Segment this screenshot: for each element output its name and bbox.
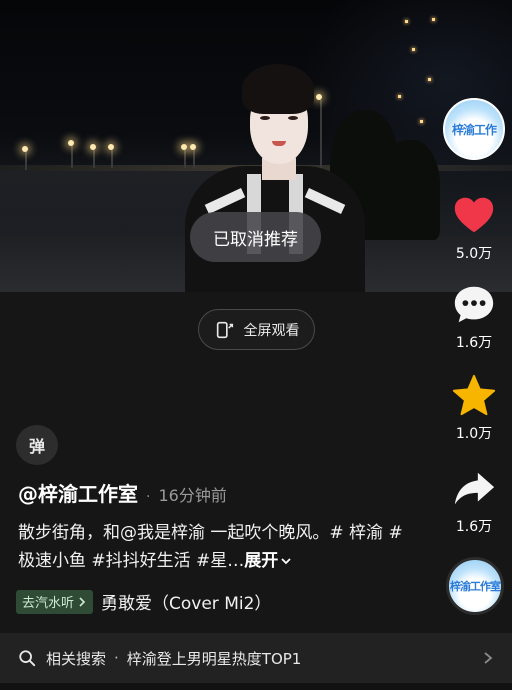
like-button[interactable]: 5.0万	[448, 193, 500, 263]
author-name[interactable]: @梓渝工作室	[18, 478, 138, 507]
caption-expand-button[interactable]: 展开	[244, 551, 292, 571]
building-light	[412, 48, 415, 51]
street-lamp	[68, 140, 74, 146]
toast-unrecommend: 已取消推荐	[190, 212, 321, 262]
street-lamp	[108, 144, 114, 150]
share-icon	[454, 472, 495, 505]
post-time: 16分钟前	[158, 486, 227, 505]
author-avatar[interactable]: 梓渝工作	[443, 98, 505, 160]
building-light	[432, 18, 435, 21]
expand-label: 展开	[244, 551, 279, 571]
building-light	[428, 78, 431, 81]
disc-text: 梓渝工作室	[450, 580, 501, 593]
building-light	[405, 20, 408, 23]
danmaku-label: 弹	[28, 437, 45, 456]
street-lamp	[90, 144, 96, 150]
building-light	[420, 120, 423, 123]
search-icon	[19, 650, 36, 667]
jacket-stripe	[204, 188, 246, 214]
author-line: @梓渝工作室 · 16分钟前	[18, 478, 227, 507]
lamp-pole	[93, 150, 95, 168]
jacket-stripe	[304, 188, 346, 214]
related-separator: ·	[114, 649, 119, 667]
avatar-text: 梓渝工作	[451, 122, 497, 137]
tree	[380, 140, 440, 240]
favorite-count: 1.0万	[455, 426, 493, 442]
related-search-bar[interactable]: 相关搜索 · 梓渝登上男明星热度TOP1	[0, 633, 512, 683]
comment-button[interactable]: 1.6万	[448, 282, 500, 352]
caption-text: 散步街角，和@我是梓渝 一起吹个晚风。# 梓渝 #极速小鱼 #抖抖好生活 #星…	[18, 523, 403, 571]
like-count: 5.0万	[455, 246, 493, 262]
comment-icon	[454, 286, 494, 323]
hair	[242, 64, 314, 114]
music-row: 去汽水听 勇敢爱（Cover Mi2）	[16, 589, 271, 614]
related-label: 相关搜索	[46, 649, 107, 668]
chevron-down-icon	[281, 558, 291, 565]
mouth	[272, 141, 286, 146]
comment-count: 1.6万	[455, 335, 493, 351]
favorite-button[interactable]: 1.0万	[448, 373, 500, 443]
eye	[288, 116, 298, 120]
street-lamp	[22, 146, 28, 152]
lamp-pole	[111, 150, 113, 168]
share-count: 1.6万	[455, 519, 493, 535]
star-icon	[452, 374, 496, 416]
lamp-pole	[71, 146, 73, 168]
share-button[interactable]: 1.6万	[448, 466, 500, 536]
danmaku-button[interactable]: 弹	[16, 425, 58, 465]
video-player[interactable]: 已取消推荐	[0, 0, 512, 292]
separator-dot: ·	[146, 489, 151, 505]
video-feed-screen: 已取消推荐 全屏观看 梓渝工作 5.0万 1.6万 1.0万 1.6万 梓渝工作…	[0, 0, 512, 690]
qishui-label: 去汽水听	[22, 596, 75, 611]
bottom-strip	[0, 683, 512, 690]
related-query: 梓渝登上男明星热度TOP1	[126, 649, 302, 668]
fullscreen-button[interactable]: 全屏观看	[198, 309, 315, 350]
chevron-right-icon	[79, 596, 86, 607]
video-caption[interactable]: 散步街角，和@我是梓渝 一起吹个晚风。# 梓渝 #极速小鱼 #抖抖好生活 #星……	[18, 519, 403, 575]
music-disc[interactable]: 梓渝工作室	[446, 557, 504, 615]
chevron-right-icon	[484, 652, 493, 664]
song-title[interactable]: 勇敢爱（Cover Mi2）	[101, 589, 271, 614]
eye	[260, 116, 270, 120]
lamp-pole	[25, 152, 27, 170]
fullscreen-icon	[216, 321, 233, 338]
heart-icon	[454, 197, 494, 233]
building-light	[398, 95, 401, 98]
fullscreen-label: 全屏观看	[243, 322, 300, 339]
qishui-tag[interactable]: 去汽水听	[16, 589, 94, 614]
